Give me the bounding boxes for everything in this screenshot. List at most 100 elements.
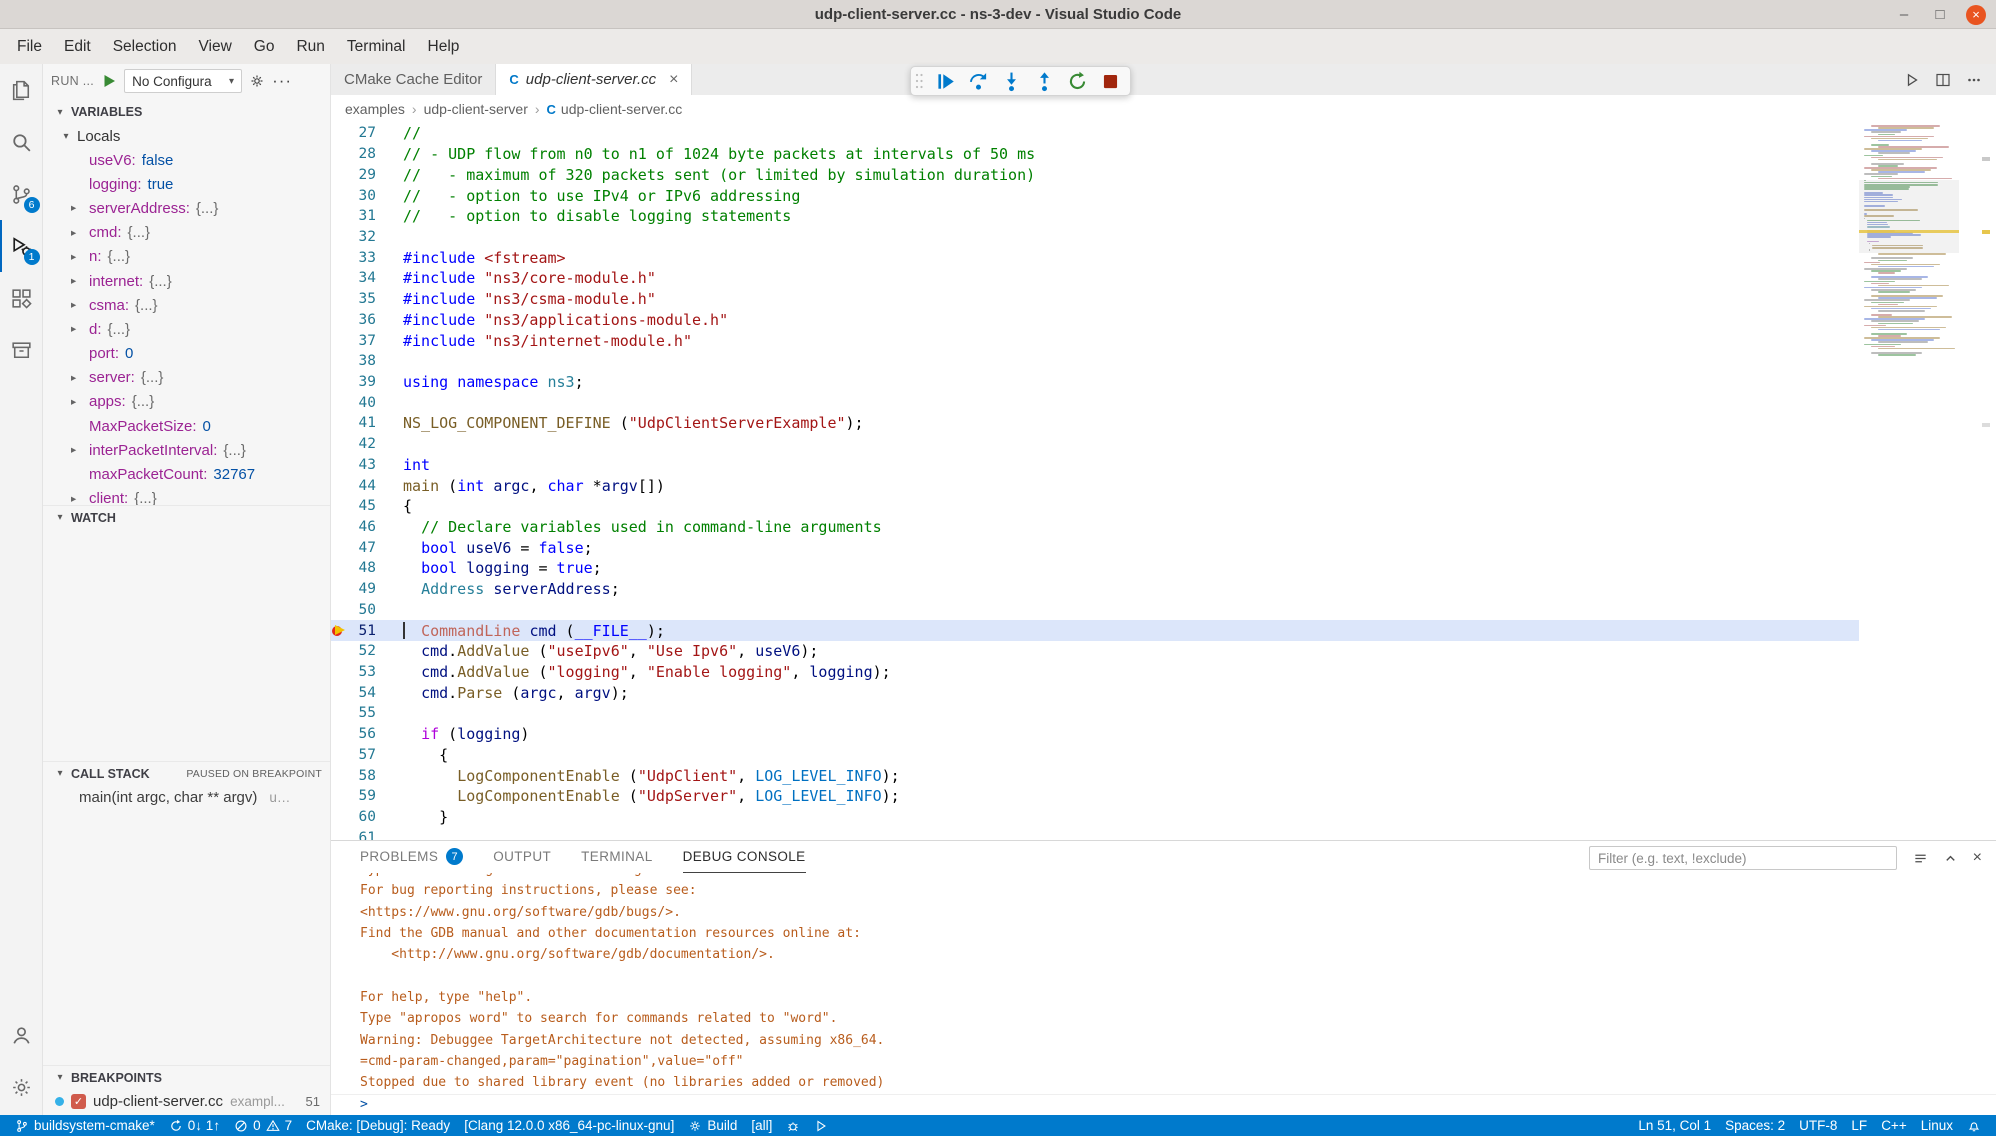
account-icon[interactable]: [0, 1009, 43, 1061]
start-debugging-icon[interactable]: [101, 73, 117, 89]
glyph-margin[interactable]: [331, 351, 347, 372]
glyph-margin[interactable]: [331, 682, 347, 703]
glyph-margin[interactable]: [331, 268, 347, 289]
code-line[interactable]: 43int: [331, 455, 1859, 476]
code-line[interactable]: 57 {: [331, 745, 1859, 766]
line-number[interactable]: 50: [347, 602, 376, 618]
code-line[interactable]: 58 LogComponentEnable ("UdpClient", LOG_…: [331, 765, 1859, 786]
line-number[interactable]: 39: [347, 374, 376, 390]
code-line[interactable]: 56 if (logging): [331, 724, 1859, 745]
code-line[interactable]: 61: [331, 827, 1859, 840]
variable-row[interactable]: ▸csma:{...}: [43, 293, 330, 317]
glyph-margin[interactable]: [331, 309, 347, 330]
line-number[interactable]: 56: [347, 726, 376, 742]
code-line[interactable]: 35#include "ns3/csma-module.h": [331, 289, 1859, 310]
console-filter-input[interactable]: [1589, 846, 1897, 870]
code-line[interactable]: 47 bool useV6 = false;: [331, 537, 1859, 558]
code-line[interactable]: 60 }: [331, 807, 1859, 828]
glyph-margin[interactable]: [331, 724, 347, 745]
call-stack-section-header[interactable]: ▾ CALL STACK PAUSED ON BREAKPOINT: [43, 761, 330, 785]
glyph-margin[interactable]: [331, 745, 347, 766]
glyph-margin[interactable]: [331, 641, 347, 662]
source-control-icon[interactable]: 6: [0, 168, 43, 220]
line-number[interactable]: 31: [347, 208, 376, 224]
code-line[interactable]: 38: [331, 351, 1859, 372]
variable-row[interactable]: port:0: [43, 342, 330, 366]
menu-run[interactable]: Run: [285, 29, 335, 64]
status-notifications[interactable]: [1960, 1115, 1988, 1136]
menu-selection[interactable]: Selection: [102, 29, 188, 64]
step-over-button[interactable]: [966, 69, 990, 93]
line-number[interactable]: 37: [347, 333, 376, 349]
glyph-margin[interactable]: [331, 164, 347, 185]
glyph-margin[interactable]: [331, 144, 347, 165]
line-number[interactable]: 40: [347, 395, 376, 411]
line-number[interactable]: 45: [347, 498, 376, 514]
glyph-margin[interactable]: [331, 206, 347, 227]
code-line[interactable]: 49 Address serverAddress;: [331, 579, 1859, 600]
code-line[interactable]: 54 cmd.Parse (argc, argv);: [331, 682, 1859, 703]
stack-frame-row[interactable]: main(int argc, char ** argv) u…: [43, 785, 330, 809]
code-line[interactable]: 33#include <fstream>: [331, 247, 1859, 268]
editor-tab[interactable]: Cudp-client-server.cc×: [496, 64, 692, 95]
glyph-margin[interactable]: [331, 703, 347, 724]
glyph-margin[interactable]: [331, 786, 347, 807]
code-line[interactable]: 48 bool logging = true;: [331, 558, 1859, 579]
line-number[interactable]: 49: [347, 581, 376, 597]
line-number[interactable]: 55: [347, 705, 376, 721]
panel-tab-problems[interactable]: PROBLEMS7: [360, 841, 463, 873]
close-button[interactable]: ×: [1966, 5, 1986, 25]
code-line[interactable]: 37#include "ns3/internet-module.h": [331, 330, 1859, 351]
code-line[interactable]: 50: [331, 600, 1859, 621]
line-number[interactable]: 53: [347, 664, 376, 680]
split-editor-icon[interactable]: [1935, 72, 1951, 88]
code-line[interactable]: 45{: [331, 496, 1859, 517]
status-cmake-launch[interactable]: [807, 1115, 835, 1136]
line-number[interactable]: 43: [347, 457, 376, 473]
glyph-margin[interactable]: [331, 537, 347, 558]
code-line[interactable]: 29// - maximum of 320 packets sent (or l…: [331, 164, 1859, 185]
minimap[interactable]: [1859, 123, 1959, 840]
explorer-icon[interactable]: [0, 64, 43, 116]
breakpoint-checkbox[interactable]: ✓: [71, 1094, 86, 1109]
line-number[interactable]: 33: [347, 250, 376, 266]
status-git-sync[interactable]: 0↓ 1↑: [162, 1115, 227, 1136]
glyph-margin[interactable]: [331, 765, 347, 786]
menu-file[interactable]: File: [6, 29, 53, 64]
more-actions-icon[interactable]: [1966, 72, 1982, 88]
glyph-margin[interactable]: [331, 247, 347, 268]
code-line[interactable]: 27//: [331, 123, 1859, 144]
line-number[interactable]: 27: [347, 125, 376, 141]
line-number[interactable]: 51: [347, 623, 376, 639]
glyph-margin[interactable]: [331, 392, 347, 413]
status-eol[interactable]: LF: [1844, 1115, 1874, 1136]
code-line[interactable]: 51 CommandLine cmd (__FILE__);: [331, 620, 1859, 641]
glyph-margin[interactable]: [331, 496, 347, 517]
code-line[interactable]: 46 // Declare variables used in command-…: [331, 517, 1859, 538]
extensions-icon[interactable]: [0, 272, 43, 324]
settings-icon[interactable]: [0, 1061, 43, 1113]
close-panel-icon[interactable]: ×: [1973, 849, 1982, 867]
code-line[interactable]: 52 cmd.AddValue ("useIpv6", "Use Ipv6", …: [331, 641, 1859, 662]
code-line[interactable]: 30// - option to use IPv4 or IPv6 addres…: [331, 185, 1859, 206]
glyph-margin[interactable]: [331, 475, 347, 496]
line-number[interactable]: 29: [347, 167, 376, 183]
variable-row[interactable]: ▸server:{...}: [43, 366, 330, 390]
glyph-margin[interactable]: [331, 662, 347, 683]
breadcrumb-item[interactable]: udp-client-server: [424, 101, 528, 117]
continue-button[interactable]: [933, 69, 957, 93]
code-line[interactable]: 28// - UDP flow from n0 to n1 of 1024 by…: [331, 144, 1859, 165]
status-git-branch[interactable]: buildsystem-cmake*: [8, 1115, 162, 1136]
status-cmake-kit[interactable]: [Clang 12.0.0 x86_64-pc-linux-gnu]: [457, 1115, 681, 1136]
status-cmake-build[interactable]: Build: [681, 1115, 744, 1136]
glyph-margin[interactable]: [331, 123, 347, 144]
code-line[interactable]: 41NS_LOG_COMPONENT_DEFINE ("UdpClientSer…: [331, 413, 1859, 434]
code-line[interactable]: 42: [331, 434, 1859, 455]
breadcrumb-item[interactable]: examples: [345, 101, 405, 117]
line-number[interactable]: 28: [347, 146, 376, 162]
panel-tab-output[interactable]: OUTPUT: [493, 841, 551, 873]
glyph-margin[interactable]: [331, 600, 347, 621]
variable-row[interactable]: MaxPacketSize:0: [43, 414, 330, 438]
variable-row[interactable]: logging:true: [43, 172, 330, 196]
code-line[interactable]: 55: [331, 703, 1859, 724]
